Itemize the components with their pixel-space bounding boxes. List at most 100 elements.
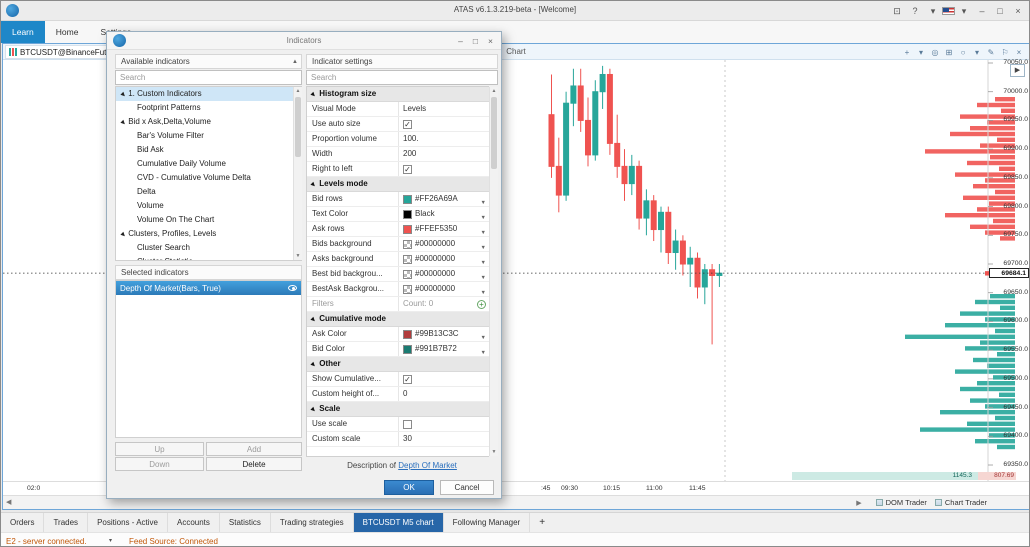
pin-icon[interactable]: ⚐: [999, 48, 1011, 57]
dialog-close-button[interactable]: ×: [483, 36, 498, 46]
ribbon-tab-learn[interactable]: Learn: [1, 21, 45, 43]
setting-value[interactable]: #FF26A69A ▼: [399, 192, 489, 206]
add-button[interactable]: Add: [206, 442, 302, 456]
setting-value[interactable]: Count: 0 +: [399, 297, 489, 311]
available-indicators-tree[interactable]: ▶1. Custom Indicators Footprint Patterns ▶…: [115, 86, 302, 261]
color-swatch[interactable]: [403, 269, 412, 279]
tree-item[interactable]: Footprint Patterns: [116, 101, 301, 115]
checkbox[interactable]: ✓: [403, 119, 412, 129]
tree-item[interactable]: ▶Bid x Ask,Delta,Volume: [116, 115, 301, 129]
tree-item[interactable]: Cumulative Daily Volume: [116, 157, 301, 171]
caret-down-icon[interactable]: ▼: [481, 346, 486, 356]
setting-value[interactable]: 200: [399, 147, 489, 161]
scroll-right-button[interactable]: ▶: [856, 499, 861, 507]
close-button[interactable]: ×: [1010, 1, 1026, 21]
checkbox[interactable]: [403, 419, 412, 429]
caret-down-icon[interactable]: ▼: [481, 226, 486, 236]
setting-value[interactable]: 100.: [399, 132, 489, 146]
scroll-down-icon[interactable]: ▼: [294, 253, 302, 259]
tab-following-manager[interactable]: Following Manager: [444, 513, 531, 533]
restore-button[interactable]: □: [992, 1, 1008, 21]
tab-orders[interactable]: Orders: [1, 513, 45, 533]
edit-icon[interactable]: ✎: [985, 48, 997, 57]
cancel-button[interactable]: Cancel: [440, 480, 494, 495]
tree-item[interactable]: ▶Clusters, Profiles, Levels: [116, 227, 301, 241]
tree-item[interactable]: Volume: [116, 199, 301, 213]
setting-value[interactable]: ✓: [399, 372, 489, 386]
tree-item[interactable]: Cluster Statistic: [116, 255, 301, 260]
setting-value[interactable]: #00000000 ▼: [399, 282, 489, 296]
scrollbar-thumb[interactable]: [295, 97, 301, 157]
scroll-left-button[interactable]: ◀: [6, 498, 11, 506]
help-icon[interactable]: ?: [907, 1, 923, 21]
color-swatch[interactable]: [403, 224, 412, 234]
up-button[interactable]: Up: [115, 442, 204, 456]
setting-value[interactable]: [399, 417, 489, 431]
color-swatch[interactable]: [403, 284, 412, 294]
language-flag-icon[interactable]: [942, 7, 955, 15]
setting-value[interactable]: ✓: [399, 117, 489, 131]
color-swatch[interactable]: [403, 209, 412, 219]
color-swatch[interactable]: [403, 254, 412, 264]
caret-down-icon[interactable]: ▼: [481, 271, 486, 281]
color-swatch[interactable]: [403, 344, 412, 354]
setting-value[interactable]: #00000000 ▼: [399, 237, 489, 251]
tab-statistics[interactable]: Statistics: [220, 513, 271, 533]
ok-button[interactable]: OK: [384, 480, 434, 495]
setting-value[interactable]: Levels: [399, 102, 489, 116]
cursor-mode-icon[interactable]: +: [901, 48, 913, 57]
selected-indicator-item[interactable]: Depth Of Market(Bars, True): [116, 281, 301, 295]
setting-value[interactable]: 30: [399, 432, 489, 446]
dom-trader-toggle[interactable]: DOM Trader: [875, 498, 927, 507]
caret-down-icon[interactable]: ▼: [481, 331, 486, 341]
dialog-maximize-button[interactable]: □: [468, 36, 483, 46]
tree-item[interactable]: ▶1. Custom Indicators: [116, 87, 301, 101]
tab-accounts[interactable]: Accounts: [168, 513, 220, 533]
ribbon-tab-home[interactable]: Home: [45, 21, 90, 43]
caret-down-icon[interactable]: ▼: [481, 256, 486, 266]
selected-indicators-list[interactable]: Depth Of Market(Bars, True): [115, 280, 302, 438]
scrollbar-thumb[interactable]: [491, 97, 497, 169]
close-icon[interactable]: ×: [1013, 48, 1025, 57]
caret-down-icon[interactable]: ▾: [915, 48, 927, 57]
dialog-titlebar[interactable]: Indicators – □ ×: [107, 32, 501, 50]
add-filter-icon[interactable]: +: [477, 299, 486, 309]
tree-item[interactable]: Volume On The Chart: [116, 213, 301, 227]
scroll-up-icon[interactable]: ▲: [490, 88, 498, 94]
minimize-button[interactable]: –: [974, 1, 990, 21]
instrument-selector[interactable]: BTCUSDT@BinanceFut ▾: [5, 45, 117, 59]
caret-down-icon[interactable]: ▾: [971, 48, 983, 57]
caret-down-icon[interactable]: ▼: [481, 196, 486, 206]
scroll-down-icon[interactable]: ▼: [490, 449, 498, 455]
caret-down-icon[interactable]: ▼: [481, 241, 486, 251]
caret-down-icon[interactable]: ▾: [925, 1, 941, 21]
server-status[interactable]: E2 - server connected.: [6, 537, 86, 546]
tab-trading-strategies[interactable]: Trading strategies: [271, 513, 354, 533]
setting-value[interactable]: #00000000 ▼: [399, 267, 489, 281]
fullscreen-icon[interactable]: ⊞: [943, 48, 955, 57]
tab-positions-active[interactable]: Positions - Active: [88, 513, 168, 533]
setting-value[interactable]: 0: [399, 387, 489, 401]
checkbox[interactable]: ✓: [403, 374, 412, 384]
settings-search-input[interactable]: [306, 70, 498, 85]
settings-group-header[interactable]: ▶ Histogram size: [307, 87, 489, 102]
visibility-eye-icon[interactable]: [288, 285, 297, 291]
tree-scrollbar[interactable]: ▲ ▼: [293, 87, 302, 260]
tree-item[interactable]: CVD - Cumulative Volume Delta: [116, 171, 301, 185]
snapshot-icon[interactable]: ◎: [929, 48, 941, 57]
available-search-input[interactable]: [115, 70, 302, 85]
caret-down-icon[interactable]: ▼: [481, 286, 486, 296]
setting-value[interactable]: #FFEF5350 ▼: [399, 222, 489, 236]
color-swatch[interactable]: [403, 194, 412, 204]
tab-trades[interactable]: Trades: [44, 513, 89, 533]
caret-down-icon[interactable]: ▾: [109, 537, 112, 544]
color-swatch[interactable]: [403, 329, 412, 339]
tree-item[interactable]: Delta: [116, 185, 301, 199]
setting-value[interactable]: #00000000 ▼: [399, 252, 489, 266]
color-swatch[interactable]: [403, 239, 412, 249]
dialog-minimize-button[interactable]: –: [453, 36, 468, 46]
collapse-icon[interactable]: ▲: [292, 55, 298, 69]
down-button[interactable]: Down: [115, 457, 204, 471]
tree-item[interactable]: Cluster Search: [116, 241, 301, 255]
settings-group-header[interactable]: ▶ Levels mode: [307, 177, 489, 192]
